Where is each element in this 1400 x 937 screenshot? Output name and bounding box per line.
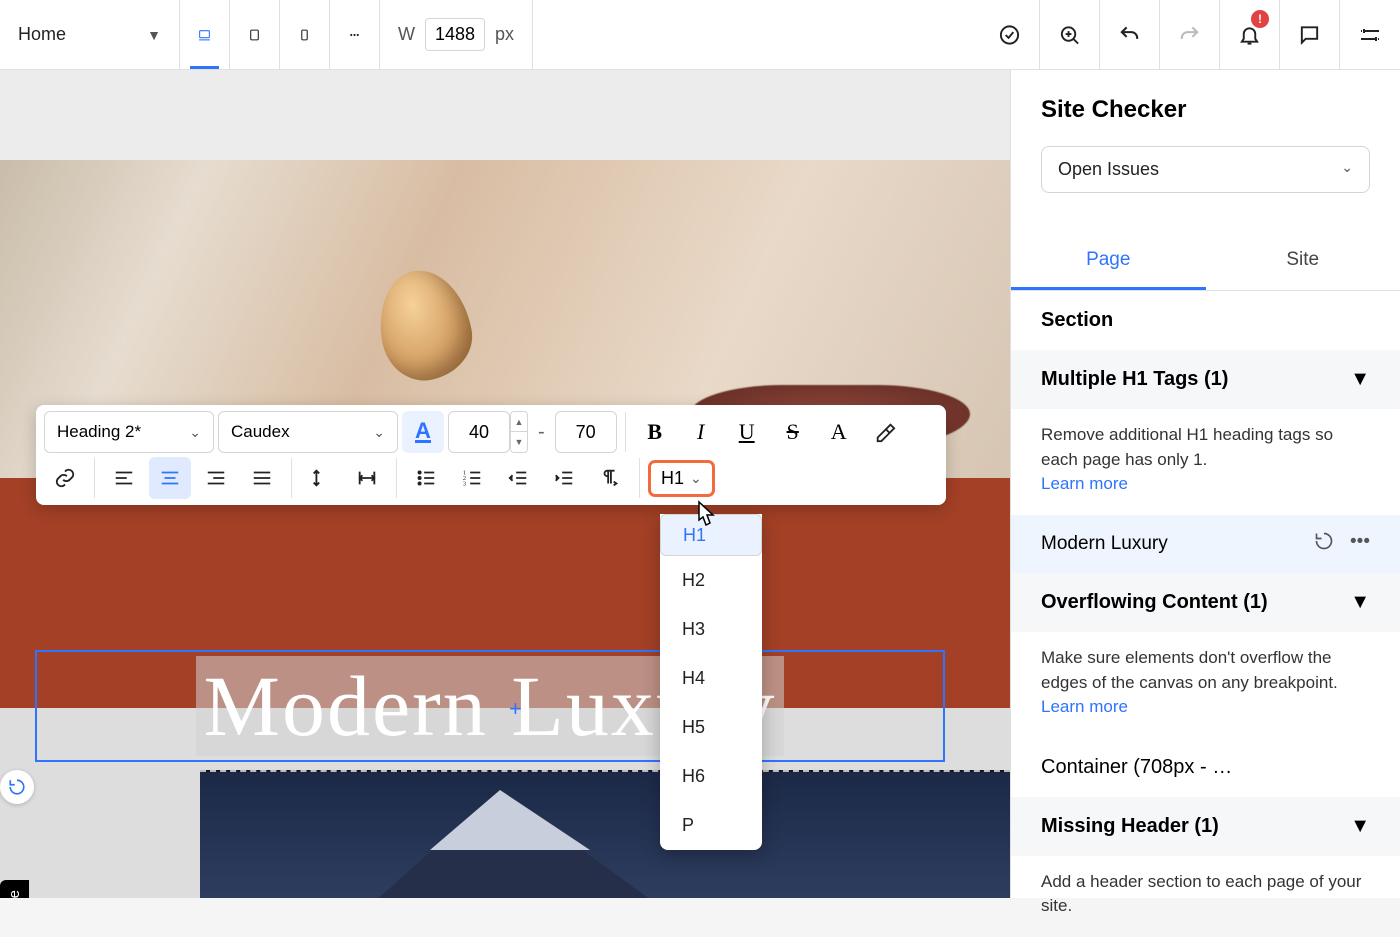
- tag-option-h3[interactable]: H3: [660, 605, 762, 654]
- chevron-down-icon: ▼: [1350, 591, 1370, 614]
- svg-text:3: 3: [463, 480, 466, 487]
- tag-option-h2[interactable]: H2: [660, 556, 762, 605]
- align-justify-button[interactable]: [241, 457, 283, 499]
- align-left-button[interactable]: [103, 457, 145, 499]
- notifications-button[interactable]: !: [1220, 0, 1280, 69]
- zoom-button[interactable]: [1040, 0, 1100, 69]
- page-dropdown[interactable]: Home ▼: [0, 0, 180, 69]
- issue-header-title: Missing Header (1): [1041, 815, 1219, 838]
- issue-h1-item[interactable]: Modern Luxury •••: [1011, 515, 1400, 573]
- more-devices-button[interactable]: [330, 0, 380, 69]
- learn-more-link[interactable]: Learn more: [1041, 474, 1128, 493]
- chevron-down-icon: ▼: [1350, 368, 1370, 391]
- font-size-input[interactable]: [448, 411, 510, 453]
- align-right-button[interactable]: [195, 457, 237, 499]
- section-image: [200, 770, 1010, 898]
- italic-button[interactable]: I: [680, 411, 722, 453]
- issue-overflow-header[interactable]: Overflowing Content (1) ▼: [1011, 573, 1400, 632]
- text-toolbar: Heading 2* ⌄ Caudex ⌄ A ▲▼ - B I U S A: [36, 405, 946, 505]
- indent-button[interactable]: [543, 457, 585, 499]
- chevron-down-icon: ▼: [147, 27, 161, 43]
- font-size-stepper[interactable]: ▲▼: [510, 411, 528, 453]
- font-label: Caudex: [231, 422, 290, 442]
- text-format-button[interactable]: A: [818, 411, 860, 453]
- letter-spacing-button[interactable]: [346, 457, 388, 499]
- comments-button[interactable]: [1280, 0, 1340, 69]
- text-direction-button[interactable]: [589, 457, 631, 499]
- bullet-list-button[interactable]: [405, 457, 447, 499]
- strikethrough-button[interactable]: S: [772, 411, 814, 453]
- dash-separator: -: [532, 421, 551, 444]
- tablet-device-button[interactable]: [230, 0, 280, 69]
- revert-icon[interactable]: [1314, 531, 1334, 557]
- desktop-device-button[interactable]: [180, 0, 230, 69]
- text-style-label: Heading 2*: [57, 422, 141, 442]
- issue-filter-dropdown[interactable]: Open Issues ⌄: [1041, 146, 1370, 193]
- chevron-down-icon: ⌄: [690, 470, 702, 487]
- site-checker-panel: Site Checker Open Issues ⌄ Page Site Sec…: [1010, 70, 1400, 898]
- panel-title: Site Checker: [1041, 96, 1370, 124]
- plus-handle-icon[interactable]: +: [509, 696, 522, 722]
- more-icon[interactable]: •••: [1350, 531, 1370, 557]
- canvas-area[interactable]: Modern Luxury + Create I'm a Heading 2* …: [0, 70, 1010, 898]
- reset-override-button[interactable]: [0, 770, 34, 804]
- notification-badge: !: [1251, 10, 1269, 28]
- redo-button[interactable]: [1160, 0, 1220, 69]
- number-list-button[interactable]: 123: [451, 457, 493, 499]
- issue-header-header[interactable]: Missing Header (1) ▼: [1011, 797, 1400, 856]
- top-toolbar: Home ▼ W px !: [0, 0, 1400, 70]
- line-height-input[interactable]: [555, 411, 617, 453]
- underline-button[interactable]: U: [726, 411, 768, 453]
- tag-option-h4[interactable]: H4: [660, 654, 762, 703]
- issue-h1-header[interactable]: Multiple H1 Tags (1) ▼: [1011, 350, 1400, 409]
- link-button[interactable]: [44, 457, 86, 499]
- text-color-button[interactable]: A: [402, 411, 444, 453]
- tab-site[interactable]: Site: [1206, 233, 1400, 290]
- settings-toggle-button[interactable]: [1340, 0, 1400, 69]
- issue-overflow-item[interactable]: Container (708px - …: [1011, 738, 1400, 797]
- clear-format-button[interactable]: [864, 411, 906, 453]
- tag-option-p[interactable]: P: [660, 801, 762, 850]
- html-tag-dropdown[interactable]: H1 ⌄: [648, 460, 715, 497]
- panel-tabs: Page Site: [1011, 233, 1400, 291]
- width-input[interactable]: [425, 18, 485, 51]
- mobile-device-button[interactable]: [280, 0, 330, 69]
- chevron-down-icon: ▼: [1350, 815, 1370, 838]
- html-tag-label: H1: [661, 468, 684, 489]
- issue-overflow-body: Make sure elements don't overflow the ed…: [1011, 632, 1400, 738]
- width-label: W: [398, 24, 415, 45]
- tag-option-h5[interactable]: H5: [660, 703, 762, 752]
- create-tab[interactable]: Create: [0, 880, 29, 898]
- outdent-button[interactable]: [497, 457, 539, 499]
- tag-option-h1[interactable]: H1: [660, 514, 762, 556]
- chevron-down-icon: ⌄: [1341, 159, 1353, 180]
- tag-option-h6[interactable]: H6: [660, 752, 762, 801]
- width-unit: px: [495, 24, 514, 45]
- issue-h1-body: Remove additional H1 heading tags so eac…: [1011, 409, 1400, 515]
- align-center-button[interactable]: [149, 457, 191, 499]
- canvas-width-control: W px: [380, 0, 533, 69]
- line-spacing-button[interactable]: [300, 457, 342, 499]
- page-name: Home: [18, 24, 66, 45]
- chevron-down-icon: ⌄: [189, 424, 201, 441]
- section-heading: Section: [1011, 291, 1400, 350]
- tab-page[interactable]: Page: [1011, 233, 1206, 290]
- text-style-dropdown[interactable]: Heading 2* ⌄: [44, 411, 214, 453]
- html-tag-menu: H1 H2 H3 H4 H5 H6 P: [660, 514, 762, 850]
- chevron-down-icon: ⌄: [373, 424, 385, 441]
- issue-header-body: Add a header section to each page of you…: [1011, 856, 1400, 937]
- selected-heading-element[interactable]: Modern Luxury +: [35, 650, 945, 762]
- check-button[interactable]: [980, 0, 1040, 69]
- undo-button[interactable]: [1100, 0, 1160, 69]
- issue-item-label: Modern Luxury: [1041, 533, 1168, 555]
- learn-more-link[interactable]: Learn more: [1041, 697, 1128, 716]
- filter-label: Open Issues: [1058, 159, 1159, 180]
- issue-overflow-title: Overflowing Content (1): [1041, 591, 1268, 614]
- font-dropdown[interactable]: Caudex ⌄: [218, 411, 398, 453]
- issue-h1-title: Multiple H1 Tags (1): [1041, 368, 1228, 391]
- bold-button[interactable]: B: [634, 411, 676, 453]
